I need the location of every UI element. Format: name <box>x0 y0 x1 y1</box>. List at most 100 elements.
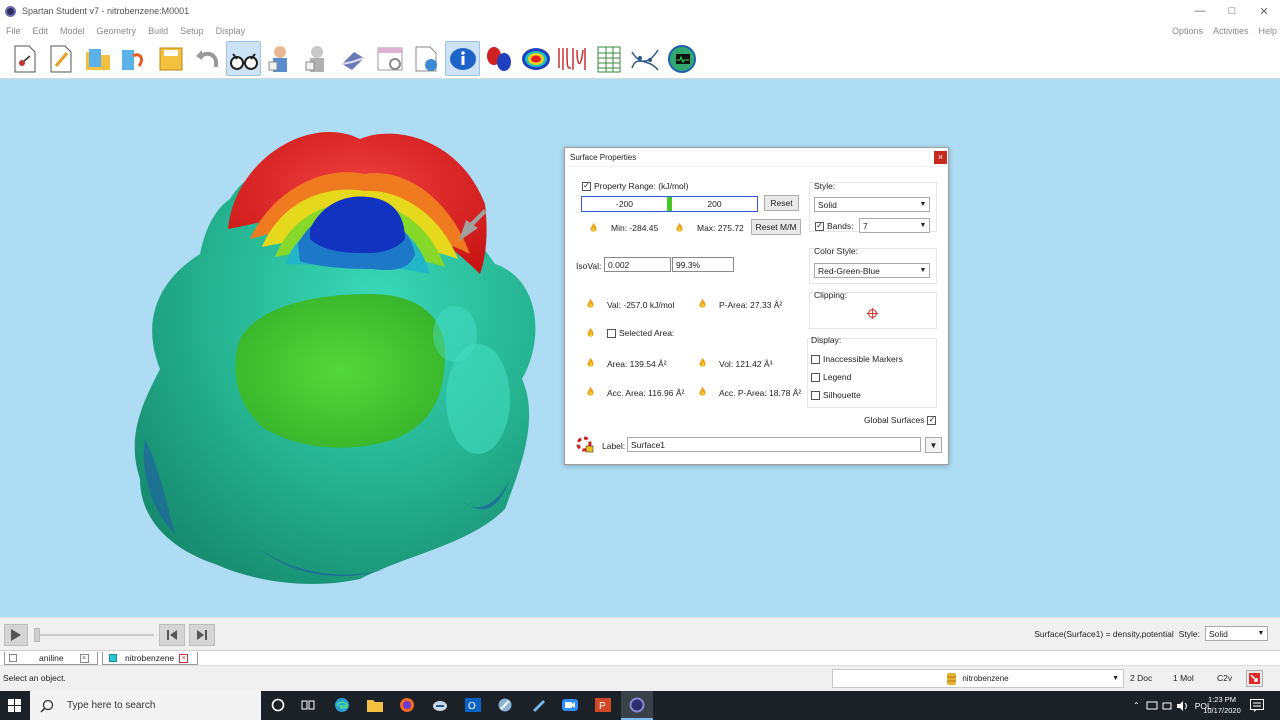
isoval-input[interactable]: 0.002 <box>604 257 671 272</box>
volume-icon[interactable] <box>1176 700 1188 711</box>
info-button[interactable] <box>445 41 480 76</box>
app-icon-pen[interactable] <box>530 697 546 713</box>
tab-nitrobenzene[interactable]: nitrobenzene × <box>102 652 198 665</box>
label-dropdown-button[interactable]: ▼ <box>925 437 942 453</box>
network-icon[interactable] <box>1146 701 1158 711</box>
property-range-checkbox[interactable]: ✓ <box>582 181 591 191</box>
color-style-dropdown[interactable]: Red-Green-Blue ▼ <box>814 263 930 278</box>
isoval-percent-input[interactable]: 99.3% <box>672 257 734 272</box>
bands-checkbox[interactable]: ✓ <box>815 221 824 231</box>
menu-options[interactable]: Options <box>1165 26 1206 36</box>
battery-icon[interactable] <box>1162 701 1172 711</box>
acc-area-flame-icon[interactable] <box>585 386 596 399</box>
range-min-input[interactable]: -200 <box>582 197 672 211</box>
style-status-dropdown[interactable]: Solid ▼ <box>1205 626 1268 641</box>
parea-flame-icon[interactable] <box>697 298 708 311</box>
windows-start-icon[interactable] <box>8 699 21 712</box>
style-dropdown[interactable]: Solid ▼ <box>814 197 930 212</box>
minimize-button[interactable]: — <box>1184 0 1216 22</box>
open-button[interactable] <box>80 41 115 76</box>
file-explorer-icon[interactable] <box>367 697 383 713</box>
menu-model[interactable]: Model <box>54 26 91 36</box>
maximize-button[interactable]: □ <box>1216 0 1248 22</box>
reset-button[interactable]: Reset <box>764 195 799 211</box>
value-flame-icon[interactable] <box>585 298 596 311</box>
undo-button[interactable] <box>190 41 225 76</box>
monitor-button[interactable] <box>664 41 699 76</box>
range-max-input[interactable]: 200 <box>672 197 757 211</box>
close-button[interactable]: ✕ <box>1248 0 1280 22</box>
search-placeholder: Type here to search <box>67 700 156 711</box>
range-slider[interactable]: -200 200 <box>581 196 758 212</box>
plots-button[interactable] <box>628 41 663 76</box>
notification-icon[interactable] <box>1250 699 1264 714</box>
silhouette-checkbox[interactable] <box>811 390 820 400</box>
menu-build[interactable]: Build <box>142 26 174 36</box>
firefox-icon[interactable] <box>399 697 415 713</box>
surface-label-input[interactable]: Surface1 <box>627 437 921 452</box>
reset-min-max-button[interactable]: Reset M/M <box>751 219 801 235</box>
potential-map-button[interactable] <box>518 41 553 76</box>
outlook-icon[interactable]: O <box>465 697 481 713</box>
spectra-button[interactable] <box>555 41 590 76</box>
close-icon[interactable]: × <box>179 653 189 663</box>
taskbar-search[interactable]: Type here to search <box>30 691 261 720</box>
save-button[interactable] <box>153 41 188 76</box>
bands-dropdown[interactable]: 7 ▼ <box>859 218 930 233</box>
menu-edit[interactable]: Edit <box>27 26 55 36</box>
orbitals-button[interactable] <box>482 41 517 76</box>
step-forward-button[interactable] <box>189 624 215 646</box>
molecule-selector[interactable]: nitrobenzene ▼ <box>832 669 1124 688</box>
tab-aniline[interactable]: aniline × <box>4 652 98 665</box>
task-view-icon[interactable] <box>300 697 316 713</box>
menu-geometry[interactable]: Geometry <box>91 26 143 36</box>
calculations-icon <box>377 47 402 70</box>
new-document-button[interactable] <box>44 41 79 76</box>
close-icon[interactable]: × <box>79 653 89 663</box>
menu-setup[interactable]: Setup <box>174 26 210 36</box>
new-document-icon <box>50 45 72 72</box>
area-flame-icon[interactable] <box>585 357 596 370</box>
animation-slider-track[interactable] <box>36 634 154 636</box>
play-button[interactable] <box>4 624 28 646</box>
view-button[interactable] <box>226 41 261 76</box>
inaccessible-markers-checkbox[interactable] <box>811 354 820 364</box>
legend-checkbox[interactable] <box>811 372 820 382</box>
expert-builder-button[interactable] <box>299 41 334 76</box>
global-surfaces-checkbox[interactable]: ✓ <box>927 415 937 425</box>
surfaces-button[interactable] <box>409 41 444 76</box>
acc-parea-flame-icon[interactable] <box>697 386 708 399</box>
silhouette-label: Silhouette <box>823 390 861 400</box>
clipping-target-icon[interactable] <box>867 308 878 321</box>
selected-area-flame-icon[interactable] <box>585 327 596 340</box>
menu-file[interactable]: File <box>0 26 27 36</box>
dialog-close-button[interactable]: × <box>934 151 947 164</box>
dialog-title: Surface Properties <box>565 148 948 167</box>
spartan-taskbar-button[interactable] <box>621 691 653 720</box>
powerpoint-icon[interactable]: P <box>595 697 611 713</box>
tray-chevron-up-icon[interactable]: ⌃ <box>1133 701 1140 710</box>
plots-icon <box>631 49 659 70</box>
min-flame-icon[interactable] <box>588 222 599 235</box>
menu-activities[interactable]: Activities <box>1206 26 1252 36</box>
clock[interactable]: 1:23 PM 10/17/2020 <box>1202 694 1242 716</box>
new-molecule-button[interactable] <box>7 41 42 76</box>
open-recent-button[interactable] <box>117 41 152 76</box>
cortana-icon[interactable] <box>270 697 286 713</box>
eraser-button[interactable] <box>336 41 371 76</box>
step-back-button[interactable] <box>159 624 185 646</box>
spreadsheet-button[interactable] <box>591 41 626 76</box>
volume-flame-icon[interactable] <box>697 357 708 370</box>
app-icon-cloud[interactable] <box>432 697 448 713</box>
selected-area-checkbox[interactable] <box>607 328 616 338</box>
builder-button[interactable] <box>263 41 298 76</box>
edge-icon[interactable] <box>334 697 350 713</box>
app-icon-tool[interactable] <box>497 697 513 713</box>
menu-help[interactable]: Help <box>1251 26 1280 36</box>
max-flame-icon[interactable] <box>674 222 685 235</box>
zoom-icon[interactable] <box>562 697 578 713</box>
animation-slider-thumb[interactable] <box>34 628 40 642</box>
menu-display[interactable]: Display <box>210 26 252 36</box>
stop-button[interactable] <box>1246 670 1263 687</box>
calculations-button[interactable] <box>372 41 407 76</box>
